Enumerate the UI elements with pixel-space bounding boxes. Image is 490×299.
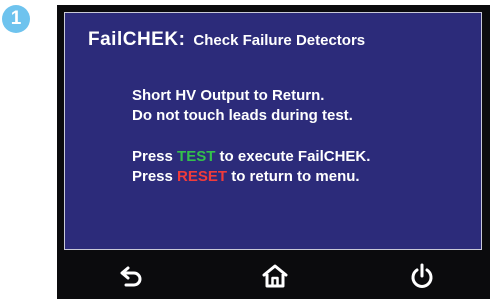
- instruction-line: Do not touch leads during test.: [132, 107, 353, 124]
- back-arrow-icon: [120, 266, 142, 287]
- prompt-text: Press: [132, 148, 178, 165]
- step-number-badge: 1: [2, 5, 30, 33]
- power-button[interactable]: [407, 262, 437, 290]
- screen-title: FailCHEK: Check Failure Detectors: [88, 29, 365, 51]
- device-display: FailCHEK: Check Failure Detectors Short H…: [57, 5, 490, 299]
- screen-title-sub: Check Failure Detectors: [193, 32, 366, 49]
- home-button[interactable]: [260, 262, 290, 290]
- test-key-label: TEST: [177, 148, 216, 165]
- power-icon: [411, 263, 433, 288]
- home-icon: [262, 264, 288, 288]
- failchek-screen: FailCHEK: Check Failure Detectors Short H…: [64, 12, 482, 250]
- reset-key-label: RESET: [177, 168, 228, 185]
- reset-prompt-line: Press RESET to return to menu.: [132, 167, 370, 187]
- bottom-nav-bar: [64, 250, 482, 299]
- back-button[interactable]: [117, 262, 147, 290]
- instruction-line: Short HV Output to Return.: [132, 87, 325, 104]
- prompt-text: Press: [132, 168, 178, 185]
- prompt-text: to execute FailCHEK.: [215, 148, 371, 165]
- instruction-block: Short HV Output to Return. Do not touch …: [132, 86, 353, 126]
- key-prompt-block: Press TEST to execute FailCHEK. Press RE…: [132, 147, 370, 187]
- test-prompt-line: Press TEST to execute FailCHEK.: [132, 147, 370, 167]
- screen-title-main: FailCHEK:: [88, 29, 186, 50]
- prompt-text: to return to menu.: [227, 168, 360, 185]
